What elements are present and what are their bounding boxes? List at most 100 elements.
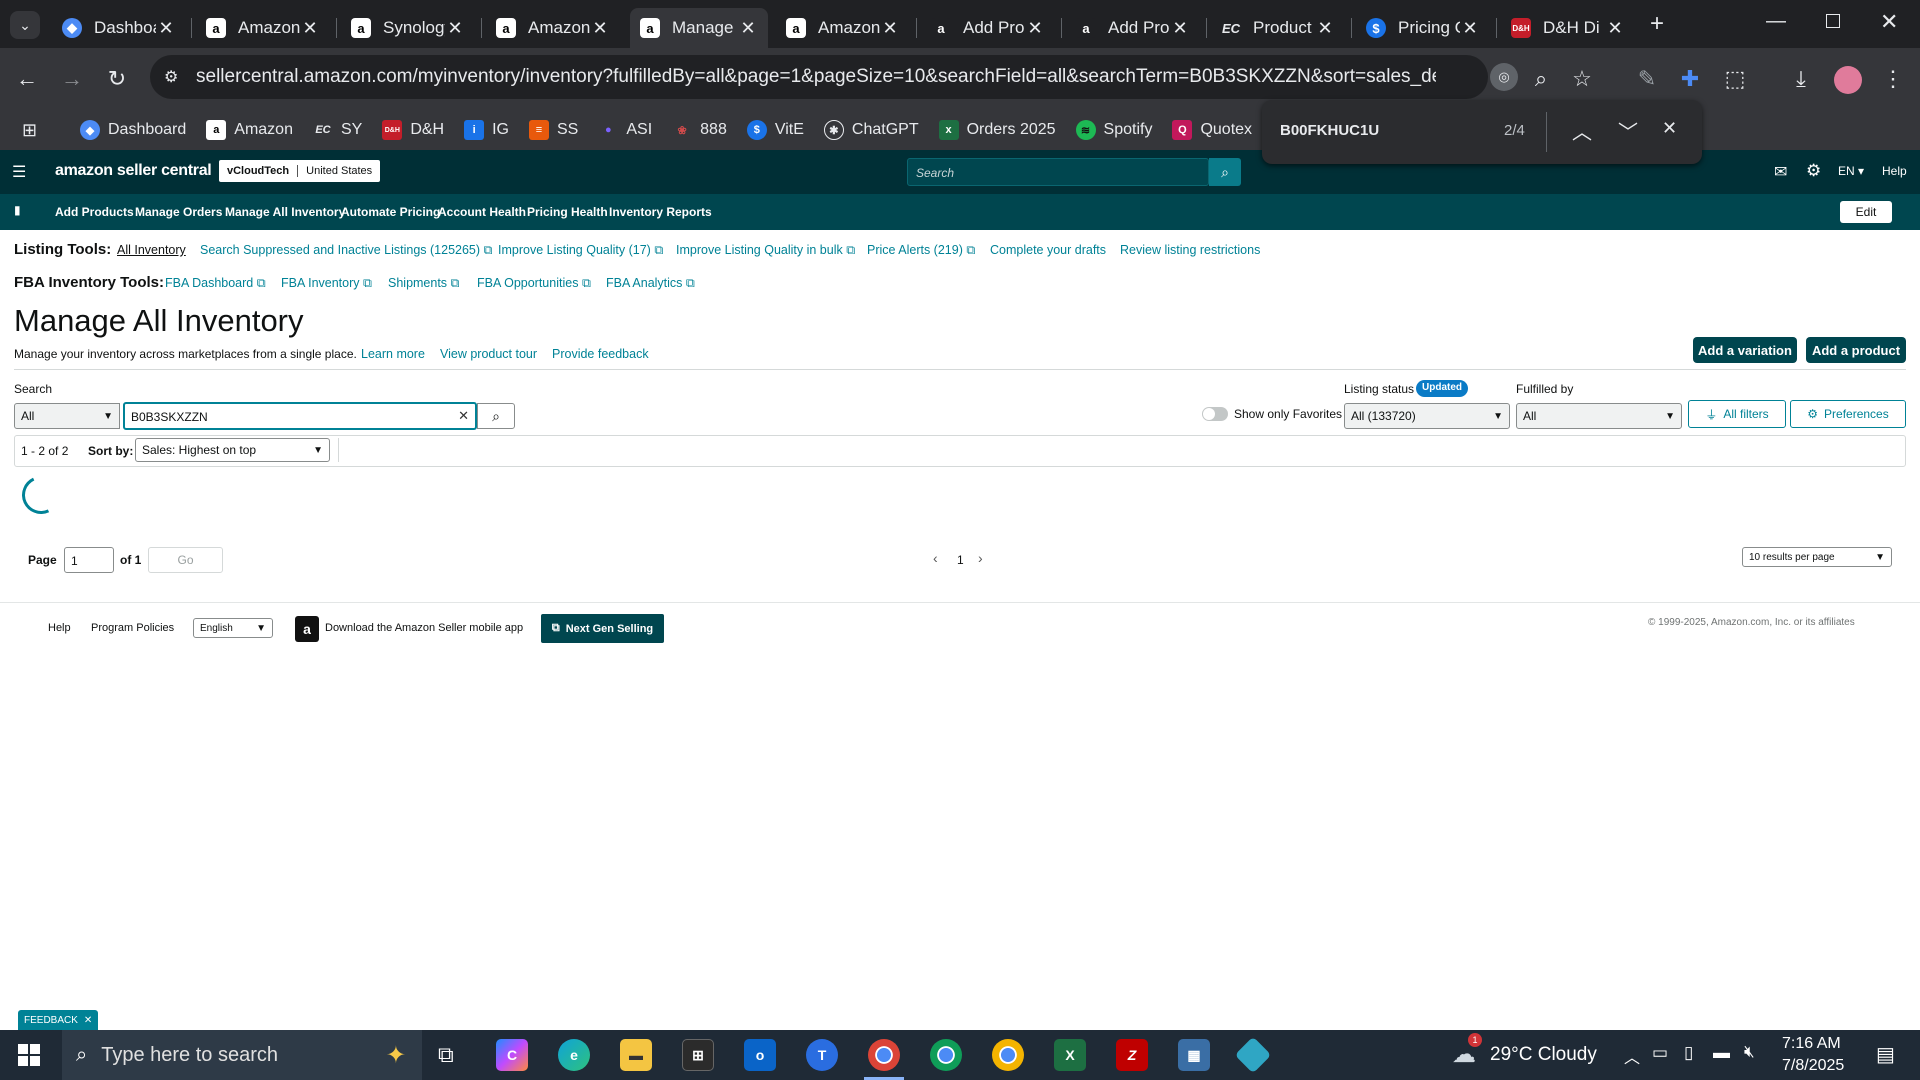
bookmark-star-icon[interactable]: ☆: [1565, 62, 1599, 96]
provide-feedback-link[interactable]: Provide feedback: [552, 347, 649, 361]
extension-puzzle-blue-icon[interactable]: ✚: [1673, 62, 1707, 96]
nav-manage-orders[interactable]: Manage Orders: [135, 205, 222, 219]
sort-select[interactable]: Sales: Highest on top ▼: [135, 438, 330, 462]
restore-icon[interactable]: [1826, 14, 1840, 28]
browser-tab[interactable]: a Amazon ✕: [776, 8, 910, 48]
clear-icon[interactable]: ✕: [458, 408, 469, 424]
bookmark-spotify[interactable]: ≋ Spotify: [1075, 120, 1152, 140]
download-icon[interactable]: ⤓: [1784, 62, 1818, 96]
add-product-button[interactable]: Add a product: [1806, 337, 1906, 363]
vpn-app-icon[interactable]: [1234, 1036, 1272, 1074]
all-filters-button[interactable]: ⏚ All filters: [1688, 400, 1786, 428]
clock-date[interactable]: 7/8/2025: [1782, 1057, 1844, 1075]
next-page-icon[interactable]: ›: [978, 550, 983, 566]
chrome-app-icon[interactable]: [868, 1039, 900, 1071]
nav-automate-pricing[interactable]: Automate Pricing: [341, 205, 440, 219]
fulfilled-by-select[interactable]: All ▼: [1516, 403, 1682, 429]
search-submit-button[interactable]: ⌕: [477, 403, 515, 429]
browser-tab[interactable]: a Add Pro ✕: [921, 8, 1055, 48]
tray-battery-icon[interactable]: ▬: [1713, 1043, 1730, 1063]
browser-tab[interactable]: a Add Pro ✕: [1066, 8, 1200, 48]
bookmark-asi[interactable]: ● ASI: [598, 120, 652, 140]
bookmark-chatgpt[interactable]: ✱ ChatGPT: [823, 120, 919, 140]
browser-tab[interactable]: a Amazon ✕: [486, 8, 620, 48]
footer-policies-link[interactable]: Program Policies: [91, 622, 174, 634]
extension-pen-icon[interactable]: ✎: [1630, 62, 1664, 96]
bookmark-888[interactable]: ❀ 888: [672, 120, 727, 140]
copilot-app-icon[interactable]: C: [496, 1039, 528, 1071]
bookmark-icon[interactable]: ▮: [14, 203, 21, 217]
product-tour-link[interactable]: View product tour: [440, 347, 537, 361]
address-bar[interactable]: ⚙ sellercentral.amazon.com/myinventory/i…: [150, 55, 1518, 99]
outlook-app-icon[interactable]: o: [744, 1039, 776, 1071]
bookmark-orders[interactable]: x Orders 2025: [938, 120, 1056, 140]
tray-volume-mute-icon[interactable]: 🔇︎: [1744, 1042, 1755, 1062]
close-icon[interactable]: ✕: [1170, 18, 1190, 39]
close-icon[interactable]: ✕: [1662, 118, 1677, 139]
apps-grid-icon[interactable]: ⊞: [22, 120, 37, 141]
previous-page-icon[interactable]: ‹: [933, 550, 938, 566]
feedback-tab[interactable]: FEEDBACK ✕: [18, 1010, 99, 1030]
download-app-link[interactable]: Download the Amazon Seller mobile app: [325, 622, 523, 634]
browser-tab[interactable]: ◆ Dashboard ✕: [52, 8, 186, 48]
mail-icon[interactable]: ✉: [1774, 162, 1787, 182]
taskbar-search-box[interactable]: ⌕ Type here to search ✦: [62, 1030, 422, 1080]
teams-app-icon[interactable]: T: [806, 1039, 838, 1071]
edit-nav-button[interactable]: Edit: [1840, 201, 1892, 223]
link-review-restrictions[interactable]: Review listing restrictions: [1120, 243, 1260, 257]
bookmark-quotex[interactable]: Q Quotex: [1172, 120, 1252, 140]
language-selector[interactable]: EN ▾: [1838, 164, 1864, 178]
link-fba-inventory[interactable]: FBA Inventory ⧉: [281, 276, 372, 291]
close-icon[interactable]: ✕: [880, 18, 900, 39]
site-info-icon[interactable]: ⚙: [164, 67, 178, 87]
nav-add-products[interactable]: Add Products: [55, 205, 134, 219]
tray-device-icon[interactable]: ▯: [1684, 1043, 1693, 1063]
extensions-icon[interactable]: ⬚: [1718, 62, 1752, 96]
chevron-down-icon[interactable]: ﹀: [1618, 116, 1638, 145]
link-shipments[interactable]: Shipments ⧉: [388, 276, 459, 291]
footer-language-select[interactable]: English ▼: [193, 618, 273, 638]
windows-start-icon[interactable]: [18, 1044, 40, 1066]
seller-central-logo[interactable]: amazon seller central: [55, 162, 212, 180]
close-icon[interactable]: ✕: [300, 18, 320, 39]
bookmark-amazon[interactable]: a Amazon: [206, 120, 293, 140]
link-fba-dashboard[interactable]: FBA Dashboard ⧉: [165, 276, 266, 291]
browser-tab[interactable]: a Amazon ✕: [196, 8, 330, 48]
add-variation-button[interactable]: Add a variation: [1693, 337, 1797, 363]
store-app-icon[interactable]: ⊞: [682, 1039, 714, 1071]
find-input[interactable]: B00FKHUC1U: [1280, 122, 1379, 139]
profile-avatar[interactable]: [1834, 66, 1862, 94]
gear-icon[interactable]: ⚙: [1806, 161, 1821, 181]
chevron-up-icon[interactable]: ︿: [1572, 116, 1592, 145]
nav-pricing-health[interactable]: Pricing Health: [527, 205, 608, 219]
tab-search-icon[interactable]: ⌄: [10, 11, 40, 39]
forward-icon[interactable]: →: [55, 62, 89, 96]
new-tab-icon[interactable]: +: [1650, 10, 1664, 38]
page-number-input[interactable]: 1: [64, 547, 114, 573]
link-price-alerts[interactable]: Price Alerts (219) ⧉: [867, 243, 975, 258]
chrome-profile-app-icon[interactable]: [930, 1039, 962, 1071]
search-field-select[interactable]: All ▼: [14, 403, 120, 429]
help-link[interactable]: Help: [1882, 164, 1907, 178]
tray-network-icon[interactable]: ▭: [1652, 1043, 1668, 1063]
current-page[interactable]: 1: [957, 553, 964, 567]
preferences-button[interactable]: ⚙ Preferences: [1790, 400, 1906, 428]
zoom-icon[interactable]: ⌕: [1524, 62, 1558, 96]
weather-text[interactable]: 29°C Cloudy: [1490, 1044, 1597, 1066]
bookmark-vite[interactable]: $ VitE: [746, 120, 804, 140]
bookmark-dh[interactable]: D&H D&H: [382, 120, 444, 140]
link-complete-drafts[interactable]: Complete your drafts: [990, 243, 1106, 257]
tray-chevron-up-icon[interactable]: ︿: [1624, 1044, 1640, 1068]
next-gen-selling-button[interactable]: ⧉ Next Gen Selling: [541, 614, 664, 643]
file-explorer-icon[interactable]: ▬: [620, 1039, 652, 1071]
close-icon[interactable]: ✕: [1605, 18, 1625, 39]
link-improve-quality[interactable]: Improve Listing Quality (17) ⧉: [498, 243, 663, 258]
clock-time[interactable]: 7:16 AM: [1782, 1035, 1841, 1053]
listing-status-select[interactable]: All (133720) ▼: [1344, 403, 1510, 429]
results-per-page-select[interactable]: 10 results per page ▼: [1742, 547, 1892, 567]
browser-tab[interactable]: D&H D&H Di ✕: [1501, 8, 1635, 48]
minimize-icon[interactable]: —: [1766, 10, 1786, 33]
close-icon[interactable]: ✕: [84, 1015, 92, 1026]
close-icon[interactable]: ✕: [445, 18, 465, 39]
menu-kebab-icon[interactable]: ⋮: [1876, 62, 1910, 96]
